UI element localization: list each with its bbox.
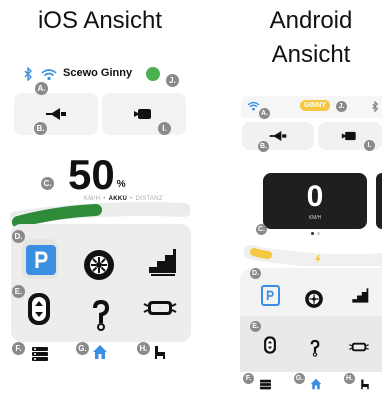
- lights-button[interactable]: [142, 296, 178, 320]
- android-speed-value: 0: [306, 180, 324, 213]
- android-heading-line2: Ansicht: [271, 41, 351, 68]
- android-marker-j: J.: [336, 101, 347, 112]
- android-lights-button[interactable]: [347, 340, 371, 354]
- horn-icon: [42, 105, 70, 123]
- camera-button[interactable]: [102, 93, 186, 135]
- stairs-button[interactable]: [144, 243, 180, 279]
- android-wifi-icon: [246, 100, 260, 112]
- marker-e: E.: [12, 285, 25, 298]
- android-stairs-button[interactable]: [349, 284, 371, 306]
- page-dot: [316, 232, 320, 235]
- android-marker-c: C.: [256, 224, 267, 235]
- readout-value: 50: [68, 151, 115, 198]
- android-parking-button[interactable]: [260, 284, 280, 306]
- marker-i: I.: [158, 122, 171, 135]
- hook-icon: [93, 300, 109, 331]
- marker-g: G.: [76, 342, 89, 355]
- page-dots: [306, 232, 324, 236]
- seat-nav-button[interactable]: [151, 343, 169, 361]
- home-icon: [93, 345, 107, 359]
- marker-h: H.: [137, 342, 150, 355]
- camera-icon: [132, 105, 156, 123]
- android-home-nav-button[interactable]: [309, 377, 322, 390]
- android-marker-b: B.: [258, 141, 269, 152]
- android-marker-h: H.: [344, 373, 355, 384]
- android-balance-button[interactable]: [262, 334, 278, 356]
- marker-d: D.: [12, 230, 25, 243]
- marker-j: J.: [166, 74, 179, 87]
- balance-button[interactable]: [24, 290, 54, 328]
- android-settings-nav-button[interactable]: [258, 378, 272, 390]
- android-settings-icon: [259, 379, 271, 389]
- marker-f: F.: [12, 342, 25, 355]
- android-lights-icon: [349, 342, 369, 352]
- android-horn-button[interactable]: [242, 122, 314, 150]
- android-camera-icon: [340, 129, 360, 143]
- android-marker-a: A.: [259, 108, 270, 119]
- android-wheel-icon: [305, 290, 323, 308]
- marker-a: A.: [35, 82, 48, 95]
- parking-button[interactable]: [22, 239, 58, 279]
- wheel-button[interactable]: [80, 246, 118, 284]
- android-battery-fill: [250, 248, 272, 259]
- android-stairs-icon: [352, 287, 369, 303]
- android-hook-button[interactable]: [308, 336, 322, 358]
- android-hook-icon: [310, 339, 320, 357]
- page-dot-active: [310, 232, 314, 235]
- settings-icon: [32, 347, 48, 361]
- android-seat-icon: [360, 379, 369, 389]
- android-parking-icon: [260, 284, 280, 306]
- android-speed-card[interactable]: 0 KM/H: [263, 173, 367, 229]
- home-nav-button[interactable]: [91, 343, 109, 361]
- android-heading: Android Ansicht: [240, 4, 382, 72]
- android-battery-gauge: [244, 245, 382, 266]
- wheel-icon: [84, 250, 114, 280]
- stairs-icon: [149, 249, 176, 276]
- settings-nav-button[interactable]: [30, 345, 50, 363]
- seat-icon: [155, 346, 165, 359]
- android-horn-icon: [266, 129, 290, 143]
- wifi-icon: [40, 66, 58, 82]
- hook-button[interactable]: [88, 296, 114, 332]
- android-marker-i: I.: [364, 140, 375, 151]
- android-bluetooth-icon[interactable]: [370, 100, 380, 112]
- android-home-icon: [310, 378, 321, 389]
- ios-heading: iOS Ansicht: [37, 7, 163, 34]
- android-marker-f: F.: [243, 373, 254, 384]
- android-marker-d: D.: [250, 268, 261, 279]
- android-heading-line1: Android: [269, 7, 353, 34]
- android-marker-e: E.: [250, 321, 261, 332]
- device-name: Scewo Ginny: [63, 67, 133, 79]
- horn-button[interactable]: [14, 93, 98, 135]
- bluetooth-icon[interactable]: [22, 66, 34, 82]
- android-speed-unit: KM/H: [308, 215, 322, 221]
- lights-icon: [143, 301, 177, 315]
- main-readout: 50 %: [68, 148, 126, 196]
- parking-icon: [26, 245, 56, 275]
- connection-status-dot: [146, 67, 160, 81]
- android-next-card: [376, 173, 382, 229]
- android-wheel-button[interactable]: [303, 288, 325, 310]
- balance-icon: [28, 293, 50, 325]
- android-balance-icon: [264, 336, 276, 354]
- marker-b: B.: [34, 122, 47, 135]
- android-marker-g: G.: [294, 373, 305, 384]
- android-seat-nav-button[interactable]: [358, 377, 371, 390]
- marker-c: C.: [41, 177, 54, 190]
- readout-unit: %: [116, 179, 126, 190]
- android-device-pill[interactable]: GINNY: [300, 100, 330, 111]
